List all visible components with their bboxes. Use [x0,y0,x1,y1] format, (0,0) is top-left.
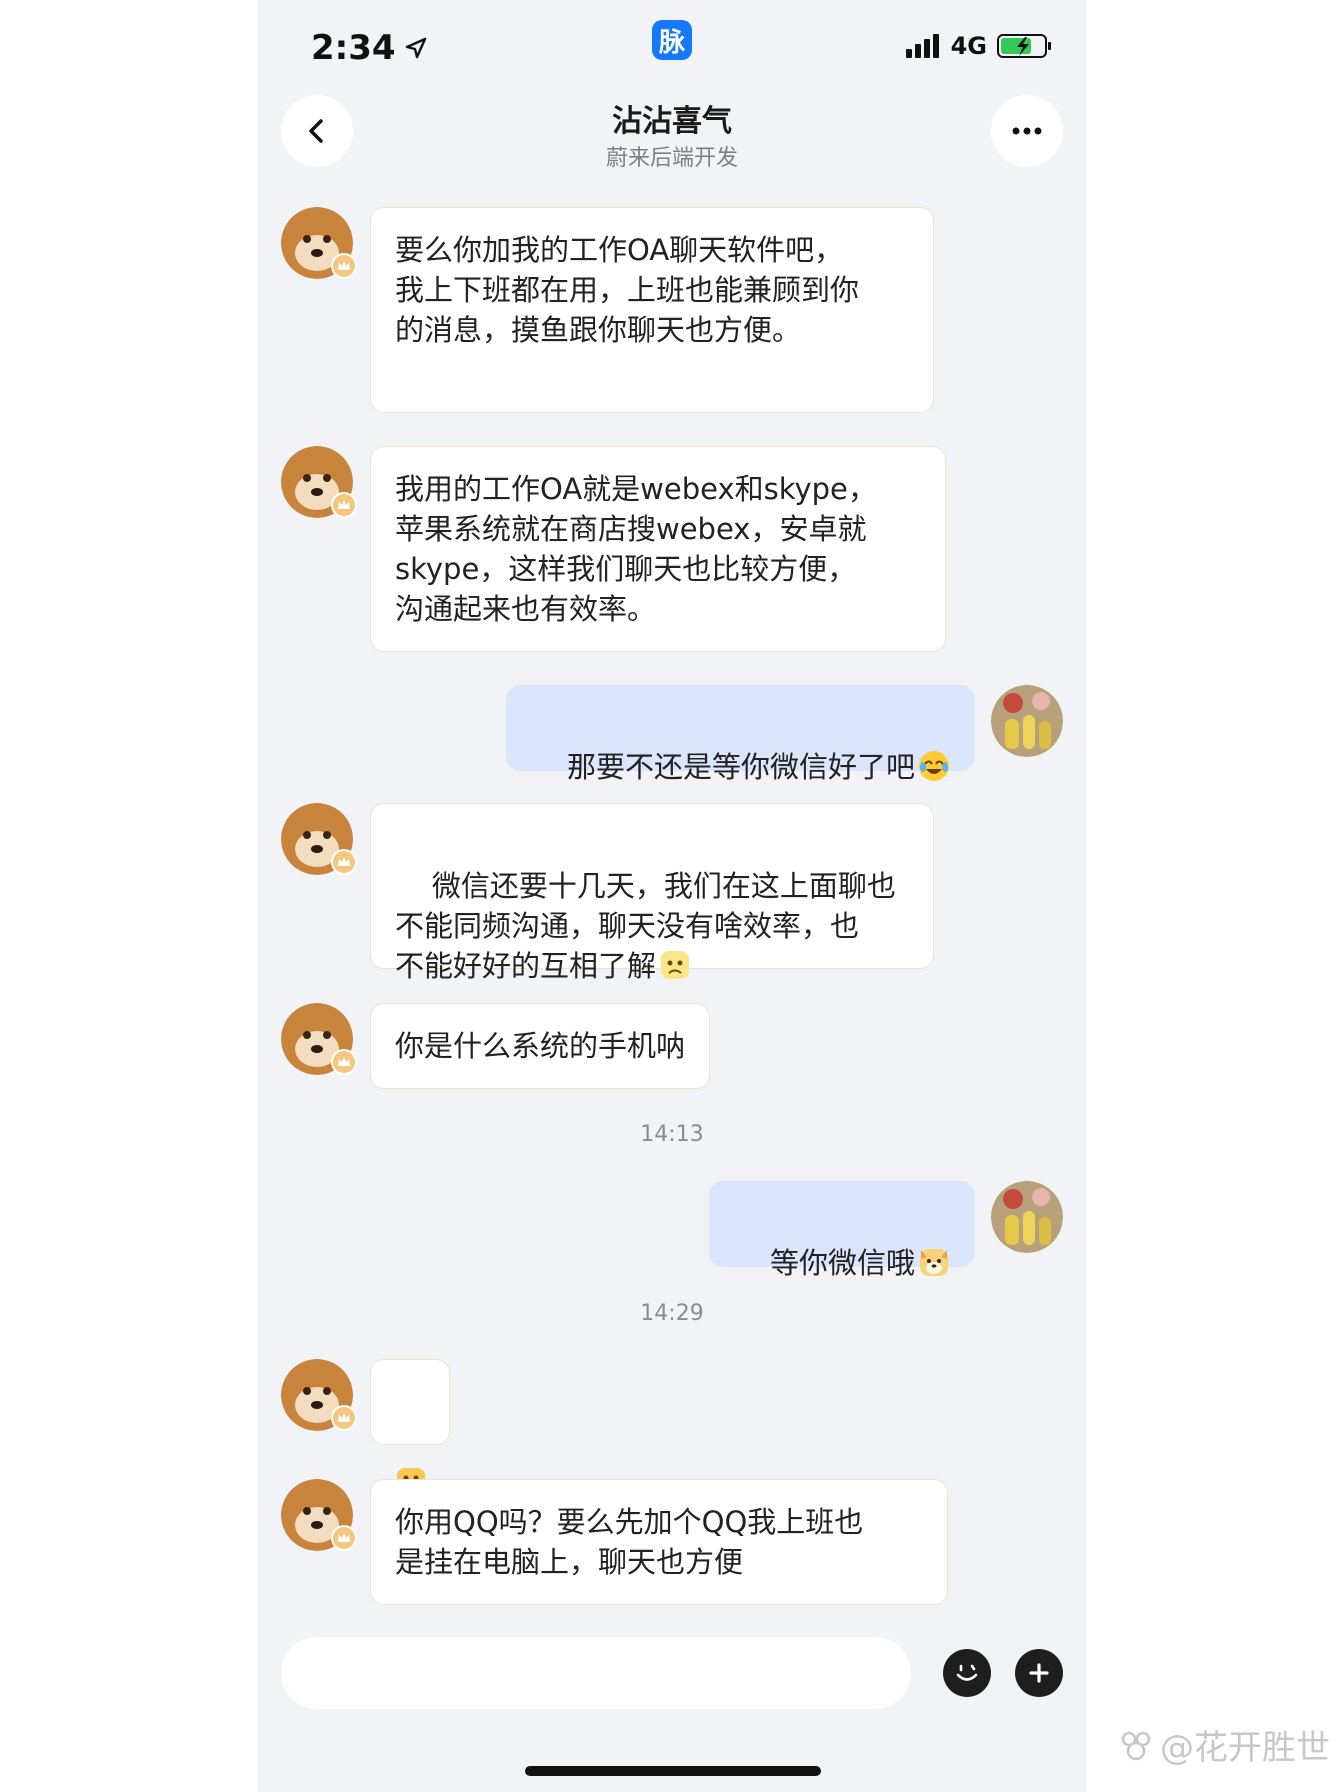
laugh-tears-emoji-icon [919,751,949,781]
app-badge: 脉 [652,20,692,60]
watermark: @花开胜世 [1118,1720,1330,1769]
status-indicators: 4G [905,32,1053,60]
message-bubble-outgoing[interactable]: 那要不还是等你微信好了吧 [506,685,975,784]
chat-subtitle: 蔚来后端开发 [605,146,738,171]
watermark-text: @花开胜世 [1160,1728,1330,1768]
crown-badge-icon [331,849,357,875]
crown-badge-icon [331,492,357,518]
message-bubble-incoming[interactable]: 微信还要十几天，我们在这上面聊也 不能同频沟通，聊天没有啥效率，也 不能好好的互… [370,803,934,983]
plus-icon [1029,1663,1049,1683]
more-button[interactable] [991,95,1063,167]
message-text: 微信还要十几天，我们在这上面聊也 不能同频沟通，聊天没有啥效率，也 不能好好的互… [395,869,896,983]
time-separator: 14:29 [640,1301,704,1326]
plus-button[interactable] [1015,1649,1063,1697]
home-indicator [525,1766,821,1776]
message-text: 那要不还是等你微信好了吧 [566,750,915,784]
network-label: 4G [950,32,987,60]
message-bubble-incoming[interactable]: 我用的工作OA就是webex和skype， 苹果系统就在商店搜webex，安卓就… [370,446,946,652]
crown-badge-icon [331,253,357,279]
message-bubble-incoming[interactable]: 你是什么系统的手机呐 [370,1003,711,1089]
more-icon [1012,127,1042,135]
message-bubble-incoming[interactable]: 你用QQ吗？要么先加个QQ我上班也 是挂在电脑上，聊天也方便 [370,1479,948,1605]
chat-screen: 2:34 脉 4G 沾沾喜气 蔚来后端开发 要么你加我的工作OA聊天软件吧， 我… [257,0,1087,1792]
emoji-face-icon [956,1664,978,1681]
crown-badge-icon [331,1049,357,1075]
battery-icon [997,34,1051,58]
signal-icon [905,34,939,58]
crown-badge-icon [331,1405,357,1431]
location-arrow-icon [405,37,426,59]
chat-title: 沾沾喜气 [612,104,732,139]
status-time-text: 2:34 [311,28,396,68]
status-time: 2:34 [311,28,428,68]
watermark-logo-icon [1121,1731,1151,1760]
message-bubble-incoming[interactable]: 要么你加我的工作OA聊天软件吧， 我上下班都在用，上班也能兼顾到你 的消息，摸鱼… [370,207,934,413]
message-input[interactable] [281,1637,911,1709]
sad-emoji-icon [661,951,690,979]
time-separator: 14:13 [640,1122,704,1147]
my-avatar[interactable] [991,1181,1063,1253]
message-bubble-outgoing[interactable]: 等你微信哦 [709,1181,975,1280]
crown-badge-icon [331,1525,357,1551]
emoji-button[interactable] [943,1649,991,1697]
dog-face-emoji-icon [920,1249,948,1276]
message-text: 等你微信哦 [769,1246,915,1280]
my-avatar[interactable] [991,685,1063,757]
message-bubble-incoming[interactable] [370,1359,450,1496]
